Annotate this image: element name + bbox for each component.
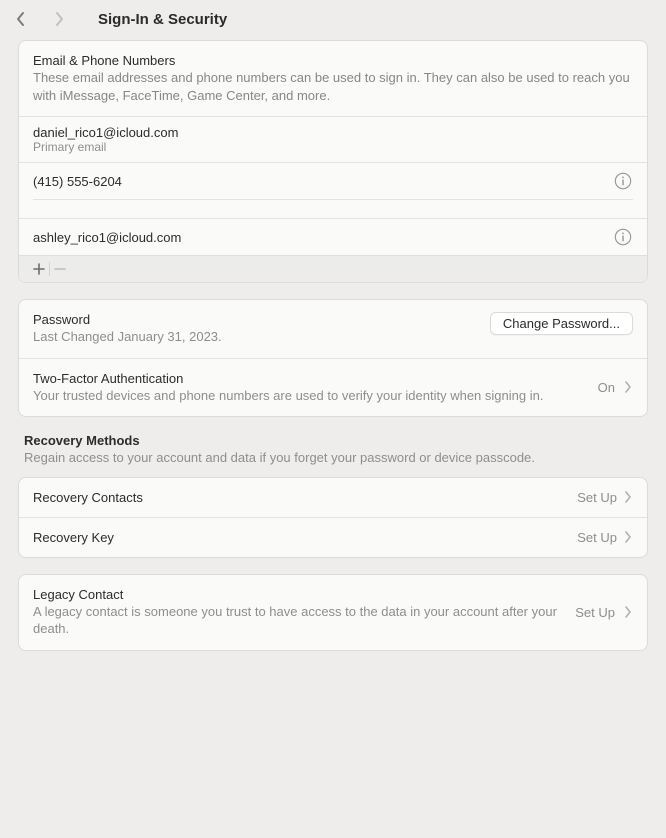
chevron-right-icon bbox=[623, 605, 633, 619]
contact-value: ashley_rico1@icloud.com bbox=[33, 230, 181, 245]
recovery-header: Recovery Methods Regain access to your a… bbox=[18, 433, 648, 467]
forward-button bbox=[52, 10, 66, 28]
contact-value: (415) 555-6204 bbox=[33, 174, 122, 189]
chevron-right-icon bbox=[623, 380, 633, 394]
page-title: Sign-In & Security bbox=[98, 11, 227, 28]
remove-button bbox=[50, 260, 70, 278]
legacy-row[interactable]: Legacy Contact A legacy contact is someo… bbox=[19, 575, 647, 650]
recovery-key-status: Set Up bbox=[577, 530, 617, 545]
chevron-right-icon bbox=[623, 490, 633, 504]
recovery-title: Recovery Methods bbox=[24, 433, 642, 448]
email-phone-title: Email & Phone Numbers bbox=[33, 53, 633, 68]
add-button[interactable] bbox=[29, 260, 49, 278]
contact-value: daniel_rico1@icloud.com bbox=[33, 125, 178, 140]
contact-sublabel: Primary email bbox=[33, 140, 178, 154]
twofa-title: Two-Factor Authentication bbox=[33, 371, 590, 386]
contact-row-primary-email[interactable]: daniel_rico1@icloud.com Primary email bbox=[19, 117, 647, 162]
back-button[interactable] bbox=[14, 10, 28, 28]
legacy-panel: Legacy Contact A legacy contact is someo… bbox=[18, 574, 648, 651]
legacy-status: Set Up bbox=[575, 605, 615, 620]
twofa-desc: Your trusted devices and phone numbers a… bbox=[33, 387, 590, 405]
nav-arrows bbox=[14, 10, 66, 28]
email-phone-desc: These email addresses and phone numbers … bbox=[33, 69, 633, 104]
recovery-panel: Recovery Contacts Set Up Recovery Key Se… bbox=[18, 477, 648, 558]
contact-row-secondary-email[interactable]: ashley_rico1@icloud.com bbox=[19, 219, 647, 255]
password-twofa-panel: Password Last Changed January 31, 2023. … bbox=[18, 299, 648, 417]
info-icon[interactable] bbox=[613, 171, 633, 191]
add-remove-bar bbox=[19, 255, 647, 282]
chevron-right-icon bbox=[623, 530, 633, 544]
legacy-title: Legacy Contact bbox=[33, 587, 567, 602]
twofa-status: On bbox=[598, 380, 615, 395]
password-row: Password Last Changed January 31, 2023. … bbox=[19, 300, 647, 358]
recovery-contacts-row[interactable]: Recovery Contacts Set Up bbox=[19, 478, 647, 517]
recovery-key-row[interactable]: Recovery Key Set Up bbox=[19, 518, 647, 557]
legacy-desc: A legacy contact is someone you trust to… bbox=[33, 603, 567, 638]
info-icon[interactable] bbox=[613, 227, 633, 247]
recovery-desc: Regain access to your account and data i… bbox=[24, 449, 642, 467]
header-bar: Sign-In & Security bbox=[0, 0, 666, 40]
password-title: Password bbox=[33, 312, 222, 327]
change-password-button[interactable]: Change Password... bbox=[490, 312, 633, 335]
recovery-contacts-label: Recovery Contacts bbox=[33, 490, 143, 505]
recovery-key-label: Recovery Key bbox=[33, 530, 114, 545]
contact-row-phone[interactable]: (415) 555-6204 bbox=[19, 163, 647, 199]
email-phone-panel: Email & Phone Numbers These email addres… bbox=[18, 40, 648, 283]
email-phone-header: Email & Phone Numbers These email addres… bbox=[19, 41, 647, 116]
recovery-contacts-status: Set Up bbox=[577, 490, 617, 505]
twofa-row[interactable]: Two-Factor Authentication Your trusted d… bbox=[19, 359, 647, 417]
password-sub: Last Changed January 31, 2023. bbox=[33, 328, 222, 346]
